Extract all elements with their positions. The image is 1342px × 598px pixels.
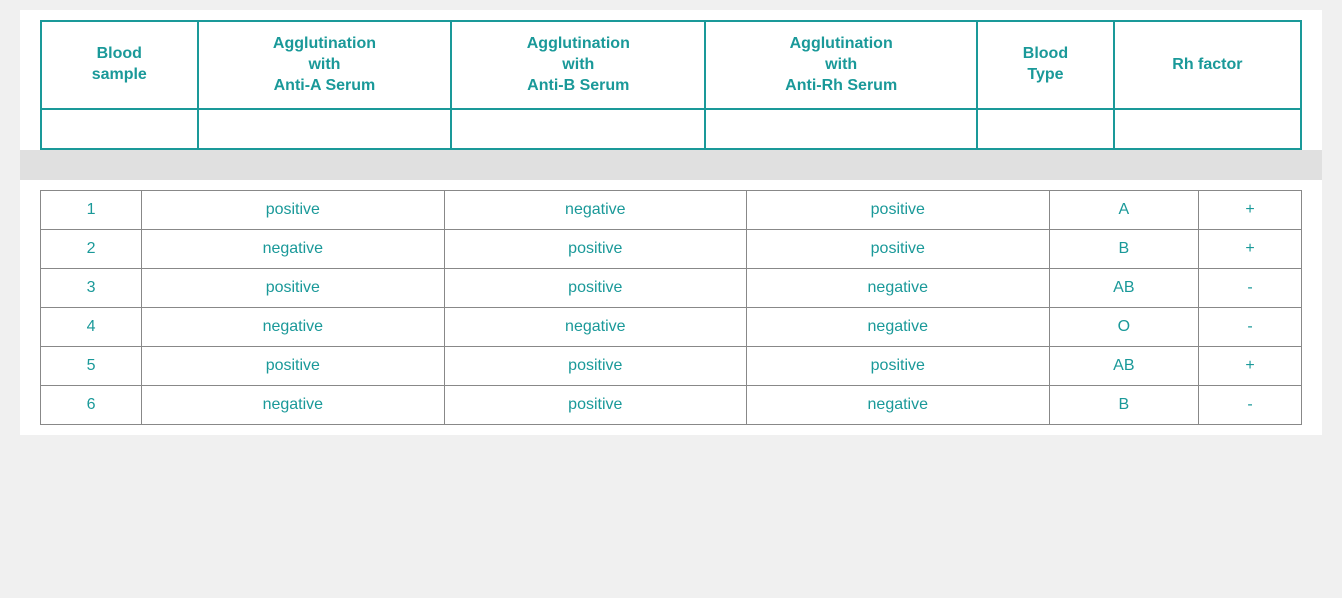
- cell-anti-b: positive: [444, 386, 746, 425]
- cell-sample: 4: [41, 308, 142, 347]
- empty-cell-1: [41, 109, 198, 149]
- cell-sample: 3: [41, 269, 142, 308]
- cell-sample: 2: [41, 230, 142, 269]
- header-table: Bloodsample AgglutinationwithAnti-A Seru…: [40, 20, 1302, 150]
- cell-blood-type: B: [1049, 230, 1199, 269]
- col-blood-sample: Bloodsample: [41, 21, 198, 109]
- cell-rh: -: [1199, 308, 1302, 347]
- cell-blood-type: AB: [1049, 269, 1199, 308]
- cell-sample: 5: [41, 347, 142, 386]
- table-row: 2negativepositivepositiveB+: [41, 230, 1302, 269]
- cell-rh: +: [1199, 230, 1302, 269]
- table-row: 4negativenegativenegativeO-: [41, 308, 1302, 347]
- cell-anti-a: positive: [142, 191, 444, 230]
- cell-anti-b: negative: [444, 191, 746, 230]
- cell-anti-a: negative: [142, 308, 444, 347]
- cell-blood-type: O: [1049, 308, 1199, 347]
- cell-rh: +: [1199, 347, 1302, 386]
- cell-anti-b: positive: [444, 230, 746, 269]
- cell-anti-b: negative: [444, 308, 746, 347]
- col-rh-factor: Rh factor: [1114, 21, 1301, 109]
- table-row: 6negativepositivenegativeB-: [41, 386, 1302, 425]
- cell-rh: -: [1199, 386, 1302, 425]
- empty-cell-2: [198, 109, 452, 149]
- table-row: 3positivepositivenegativeAB-: [41, 269, 1302, 308]
- col-anti-b: AgglutinationwithAnti-B Serum: [451, 21, 705, 109]
- cell-anti-b: positive: [444, 269, 746, 308]
- divider: [20, 150, 1322, 180]
- table-row: 5positivepositivepositiveAB+: [41, 347, 1302, 386]
- col-anti-rh: AgglutinationwithAnti-Rh Serum: [705, 21, 977, 109]
- cell-rh: -: [1199, 269, 1302, 308]
- top-section: Bloodsample AgglutinationwithAnti-A Seru…: [20, 10, 1322, 150]
- cell-anti-rh: negative: [747, 308, 1049, 347]
- cell-anti-rh: positive: [747, 230, 1049, 269]
- cell-anti-rh: negative: [747, 386, 1049, 425]
- cell-sample: 1: [41, 191, 142, 230]
- cell-anti-a: negative: [142, 230, 444, 269]
- bottom-section: 1positivenegativepositiveA+2negativeposi…: [20, 180, 1322, 435]
- cell-anti-a: negative: [142, 386, 444, 425]
- empty-cell-4: [705, 109, 977, 149]
- empty-cell-3: [451, 109, 705, 149]
- table-row: 1positivenegativepositiveA+: [41, 191, 1302, 230]
- cell-rh: +: [1199, 191, 1302, 230]
- cell-anti-b: positive: [444, 347, 746, 386]
- cell-anti-a: positive: [142, 347, 444, 386]
- empty-row: [41, 109, 1301, 149]
- cell-sample: 6: [41, 386, 142, 425]
- data-table: 1positivenegativepositiveA+2negativeposi…: [40, 190, 1302, 425]
- cell-anti-rh: negative: [747, 269, 1049, 308]
- cell-anti-a: positive: [142, 269, 444, 308]
- empty-cell-5: [977, 109, 1114, 149]
- col-blood-type: BloodType: [977, 21, 1114, 109]
- col-anti-a: AgglutinationwithAnti-A Serum: [198, 21, 452, 109]
- cell-blood-type: B: [1049, 386, 1199, 425]
- cell-anti-rh: positive: [747, 191, 1049, 230]
- cell-anti-rh: positive: [747, 347, 1049, 386]
- cell-blood-type: A: [1049, 191, 1199, 230]
- cell-blood-type: AB: [1049, 347, 1199, 386]
- header-row: Bloodsample AgglutinationwithAnti-A Seru…: [41, 21, 1301, 109]
- empty-cell-6: [1114, 109, 1301, 149]
